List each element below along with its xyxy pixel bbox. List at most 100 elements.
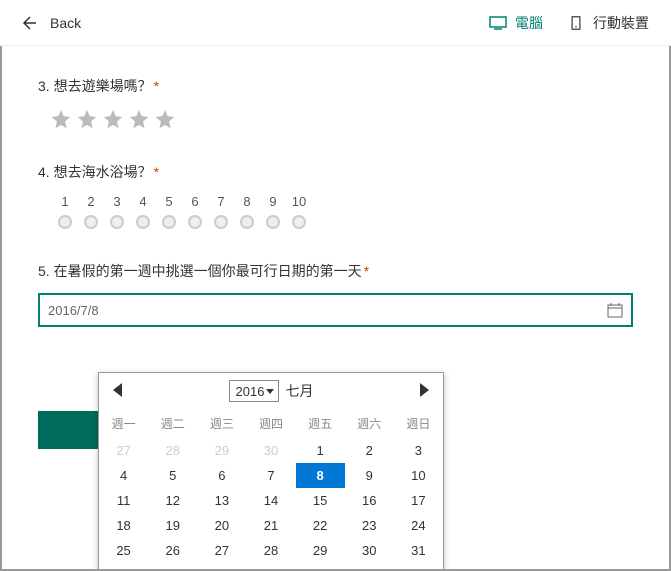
back-button[interactable]: Back (50, 15, 81, 31)
device-tab-pc[interactable]: 電腦 (489, 13, 543, 33)
month-label: 七月 (285, 381, 313, 401)
calendar-day[interactable]: 5 (296, 563, 345, 571)
nps-radio[interactable] (214, 215, 228, 229)
star-icon[interactable] (50, 108, 72, 130)
nps-label: 4 (130, 194, 156, 209)
dow-label: 週五 (296, 409, 345, 438)
calendar-day[interactable]: 20 (197, 513, 246, 538)
dow-label: 週日 (394, 409, 443, 438)
calendar-day[interactable]: 19 (148, 513, 197, 538)
calendar-day[interactable]: 7 (394, 563, 443, 571)
date-input-value: 2016/7/8 (48, 303, 99, 318)
calendar-day[interactable]: 2 (148, 563, 197, 571)
topbar: Back 電腦 行動裝置 (0, 0, 671, 46)
nps-radio[interactable] (162, 215, 176, 229)
calendar-day[interactable]: 30 (345, 538, 394, 563)
nps-label: 5 (156, 194, 182, 209)
calendar-day[interactable]: 12 (148, 488, 197, 513)
calendar-day[interactable]: 3 (197, 563, 246, 571)
calendar-day[interactable]: 27 (197, 538, 246, 563)
year-select[interactable]: 2016 (229, 380, 280, 402)
calendar-day[interactable]: 27 (99, 438, 148, 463)
required-icon: * (154, 164, 159, 180)
nps-radio[interactable] (188, 215, 202, 229)
calendar-day[interactable]: 7 (246, 463, 295, 488)
calendar-day[interactable]: 3 (394, 438, 443, 463)
dow-label: 週二 (148, 409, 197, 438)
calendar-day[interactable]: 9 (345, 463, 394, 488)
nps-radio[interactable] (136, 215, 150, 229)
calendar-day[interactable]: 24 (394, 513, 443, 538)
calendar-day[interactable]: 22 (296, 513, 345, 538)
prev-month-icon[interactable] (113, 383, 122, 397)
device-tab-mobile-label: 行動裝置 (593, 13, 649, 33)
calendar-day[interactable]: 25 (99, 538, 148, 563)
calendar-day[interactable]: 23 (345, 513, 394, 538)
dow-label: 週三 (197, 409, 246, 438)
calendar-day[interactable]: 31 (394, 538, 443, 563)
calendar-dow-row: 週一週二週三週四週五週六週日 (99, 409, 443, 438)
calendar-day[interactable]: 6 (197, 463, 246, 488)
nps-label: 9 (260, 194, 286, 209)
calendar-day[interactable]: 4 (99, 463, 148, 488)
star-icon[interactable] (76, 108, 98, 130)
star-icon[interactable] (102, 108, 124, 130)
desktop-icon (489, 16, 507, 30)
calendar-day[interactable]: 6 (345, 563, 394, 571)
nps-label: 3 (104, 194, 130, 209)
nps-label: 2 (78, 194, 104, 209)
date-input[interactable]: 2016/7/8 (38, 293, 633, 327)
device-tab-mobile[interactable]: 行動裝置 (567, 13, 649, 33)
calendar-day[interactable]: 11 (99, 488, 148, 513)
next-month-icon[interactable] (420, 383, 429, 397)
star-icon[interactable] (128, 108, 150, 130)
calendar-day[interactable]: 10 (394, 463, 443, 488)
calendar-day[interactable]: 17 (394, 488, 443, 513)
calendar-icon (607, 302, 623, 318)
nps-radio[interactable] (292, 215, 306, 229)
required-icon: * (154, 78, 159, 94)
question-5-label: 5. 在暑假的第一週中挑選一個你最可行日期的第一天* (38, 261, 633, 281)
calendar-day[interactable]: 2 (345, 438, 394, 463)
preview-frame: 3. 想去遊樂場嗎？* 4. 想去海水浴場？* 12345678910 5. 在… (0, 46, 671, 571)
calendar-day[interactable]: 18 (99, 513, 148, 538)
nps-radio[interactable] (110, 215, 124, 229)
calendar-header: 2016 七月 (99, 373, 443, 409)
nps-scale: 12345678910 (52, 194, 633, 229)
calendar-day[interactable]: 4 (246, 563, 295, 571)
question-4: 4. 想去海水浴場？* 12345678910 (38, 162, 633, 229)
nps-radio[interactable] (84, 215, 98, 229)
mobile-icon (567, 16, 585, 30)
calendar-day[interactable]: 29 (197, 438, 246, 463)
survey-body: 3. 想去遊樂場嗎？* 4. 想去海水浴場？* 12345678910 5. 在… (2, 46, 669, 367)
calendar-day[interactable]: 8 (296, 463, 345, 488)
dow-label: 週六 (345, 409, 394, 438)
required-icon: * (364, 263, 369, 279)
nps-radio[interactable] (58, 215, 72, 229)
calendar-day[interactable]: 26 (148, 538, 197, 563)
calendar-day[interactable]: 16 (345, 488, 394, 513)
calendar-day[interactable]: 13 (197, 488, 246, 513)
calendar-day[interactable]: 1 (296, 438, 345, 463)
nps-radio[interactable] (266, 215, 280, 229)
date-picker: 2016 七月 週一週二週三週四週五週六週日 27282930123456789… (98, 372, 444, 571)
calendar-day[interactable]: 28 (246, 538, 295, 563)
question-3: 3. 想去遊樂場嗎？* (38, 76, 633, 130)
nps-label: 6 (182, 194, 208, 209)
device-tab-pc-label: 電腦 (515, 13, 543, 33)
star-icon[interactable] (154, 108, 176, 130)
calendar-day[interactable]: 1 (99, 563, 148, 571)
calendar-grid: 2728293012345678910111213141516171819202… (99, 438, 443, 571)
calendar-day[interactable]: 29 (296, 538, 345, 563)
back-arrow-icon[interactable] (18, 13, 38, 33)
calendar-day[interactable]: 28 (148, 438, 197, 463)
calendar-day[interactable]: 14 (246, 488, 295, 513)
nps-radio[interactable] (240, 215, 254, 229)
nps-label: 8 (234, 194, 260, 209)
calendar-day[interactable]: 30 (246, 438, 295, 463)
dow-label: 週四 (246, 409, 295, 438)
calendar-day[interactable]: 5 (148, 463, 197, 488)
star-rating (50, 108, 633, 130)
calendar-day[interactable]: 15 (296, 488, 345, 513)
calendar-day[interactable]: 21 (246, 513, 295, 538)
